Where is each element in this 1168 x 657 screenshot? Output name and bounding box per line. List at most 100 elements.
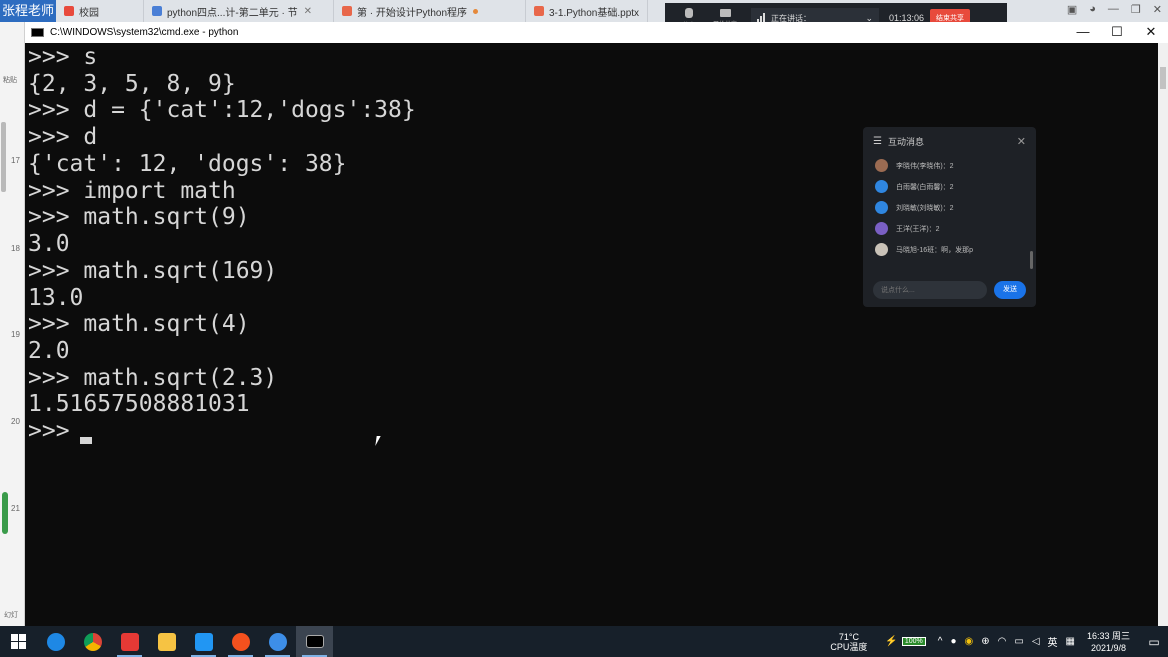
wps-icon (120, 632, 139, 651)
chat-message-text: 马晓旭-16班：啊，发那p (896, 246, 974, 254)
clock[interactable]: 16:33 周三 2021/9/8 (1087, 630, 1130, 654)
console-line: >>> d (28, 124, 98, 150)
microphone-icon[interactable]: ● (950, 636, 956, 647)
console-line: >>> math.sqrt(169) (28, 258, 278, 284)
taskbar-ie[interactable] (37, 626, 74, 657)
console-line: >>> math.sqrt(9) (28, 204, 250, 230)
avatar (875, 243, 888, 256)
chat-message: 白雨馨(白雨馨)：2 (863, 176, 1036, 197)
tab-1[interactable]: 校园 (56, 0, 144, 22)
app-tray-icon[interactable]: ◉ (965, 636, 974, 647)
cmd-window-title: C:\WINDOWS\system32\cmd.exe - python (50, 27, 239, 38)
chat-message: 刘晓敏(刘晓敏)：2 (863, 197, 1036, 218)
close-icon[interactable]: ✕ (1134, 22, 1168, 43)
strip-top-label: 粘贴 (3, 77, 17, 84)
minimize-icon[interactable]: — (1066, 22, 1100, 43)
slide-number: 19 (11, 330, 20, 339)
cmd-icon (31, 28, 44, 37)
battery-level[interactable]: 100% (901, 637, 926, 646)
start-button[interactable] (0, 626, 37, 657)
volume-icon[interactable]: ◁ (1032, 636, 1040, 647)
cmd-title-bar[interactable]: C:\WINDOWS\system32\cmd.exe - python — ☐… (25, 22, 1168, 43)
cmd-window-controls: — ☐ ✕ (1066, 22, 1168, 43)
chat-input[interactable] (873, 281, 987, 299)
meeting-icon (268, 632, 287, 651)
taskbar-meeting[interactable] (259, 626, 296, 657)
unsaved-dot-icon (473, 8, 479, 14)
console-line: 2.0 (28, 338, 70, 364)
brand-label: 张程老师 (0, 0, 56, 22)
cpu-temp-label: CPU温度 (830, 641, 868, 652)
taskbar-cmd[interactable] (296, 626, 333, 657)
windows-icon (11, 634, 26, 649)
chat-composer: 发送 (873, 281, 1026, 299)
battery-icon[interactable]: ▭ (1014, 636, 1023, 647)
tab-1-icon (64, 6, 74, 16)
console-prompt[interactable]: >>> (28, 418, 83, 445)
tabbar-window-controls: ▣ ◕ — ❐ ✕ (1067, 3, 1162, 16)
console-scrollbar[interactable] (1158, 43, 1168, 626)
console-line: >>> import math (28, 178, 236, 204)
tab-2-icon (152, 6, 162, 16)
slide-number: 18 (11, 244, 20, 253)
mouse-pointer-icon (375, 436, 385, 446)
console-line: >>> s (28, 44, 98, 70)
text-cursor (80, 437, 92, 444)
chat-message-text: 王洋(王洋)：2 (896, 225, 940, 233)
slide-number: 17 (11, 156, 20, 165)
tab-3-label: 第 · 开始设计Python程序 (357, 7, 468, 19)
tab-4[interactable]: 3-1.Python基础.pptx (526, 0, 648, 22)
taskbar-vscode[interactable] (185, 626, 222, 657)
notification-icon[interactable]: ▭ (1140, 626, 1168, 657)
tab-4-label: 3-1.Python基础.pptx (549, 7, 640, 19)
system-tray: 71°C CPU温度 ⚡ 100% ^ ● ◉ ⊕ ◠ ▭ ◁ 英 ▦ 16:3… (830, 626, 1168, 657)
console-line: 1.51657508881031 (28, 391, 250, 417)
chat-message: 马晓旭-16班：啊，发那p (863, 239, 1036, 260)
console-line: >>> math.sqrt(4) (28, 311, 250, 337)
wifi-icon[interactable]: ◠ (998, 636, 1007, 647)
send-button[interactable]: 发送 (994, 281, 1026, 299)
console-line: 13.0 (28, 285, 84, 311)
close-icon[interactable]: ✕ (304, 6, 312, 17)
minimize-icon[interactable]: — (1108, 3, 1119, 16)
taskbar-wps[interactable] (111, 626, 148, 657)
avatar (875, 201, 888, 214)
ime-indicator[interactable]: 英 (1048, 634, 1058, 649)
chat-panel: ☰ 互动消息 ✕ 李晓伟(李晓伟)：2 白雨馨(白雨馨)：2 刘晓敏(刘晓敏)：… (863, 127, 1036, 307)
power-plug-icon: ⚡ (885, 636, 898, 647)
cpu-temp[interactable]: 71°C CPU温度 (830, 632, 867, 652)
chevron-up-icon[interactable]: ^ (938, 636, 943, 647)
chrome-icon (83, 632, 102, 651)
close-icon[interactable]: ✕ (1017, 135, 1026, 148)
screen-share-icon (719, 8, 731, 17)
restore-icon[interactable]: ❐ (1131, 3, 1141, 16)
chat-title: 互动消息 (887, 136, 924, 147)
chat-message-text: 李晓伟(李晓伟)：2 (896, 162, 954, 170)
tab-2[interactable]: python四点...计-第二单元 · 节 ✕ (144, 0, 334, 22)
avatar (875, 159, 888, 172)
cpu-temp-value: 71°C (838, 631, 859, 642)
keyboard-grid-icon[interactable]: ▦ (1066, 636, 1075, 647)
avatar-icon[interactable]: ◕ (1089, 3, 1096, 16)
scrollbar-thumb[interactable] (1160, 67, 1166, 89)
menu-icon[interactable]: ☰ (873, 136, 882, 147)
avatar (875, 222, 888, 235)
taskbar-app[interactable] (222, 626, 259, 657)
chat-message-text: 白雨馨(白雨馨)：2 (896, 183, 954, 191)
maximize-icon[interactable]: ☐ (1100, 22, 1134, 43)
tab-3[interactable]: 第 · 开始设计Python程序 (334, 0, 526, 22)
slide-number: 21 (11, 504, 20, 513)
slide-number: 20 (11, 417, 20, 426)
console-line: {'cat': 12, 'dogs': 38} (28, 151, 347, 177)
taskbar-explorer[interactable] (148, 626, 185, 657)
tab-3-icon (342, 6, 352, 16)
close-window-icon[interactable]: ✕ (1153, 3, 1162, 16)
console-line: >>> d = {'cat':12,'dogs':38} (28, 97, 416, 123)
taskbar-chrome[interactable] (74, 626, 111, 657)
console-line: {2, 3, 5, 8, 9} (28, 71, 236, 97)
tab-1-label: 校园 (79, 7, 99, 19)
layout-icon[interactable]: ▣ (1067, 3, 1077, 16)
add-icon[interactable]: ⊕ (981, 636, 989, 647)
chat-scrollbar[interactable] (1030, 251, 1033, 269)
tab-2-label: python四点...计-第二单元 · 节 (167, 7, 298, 19)
